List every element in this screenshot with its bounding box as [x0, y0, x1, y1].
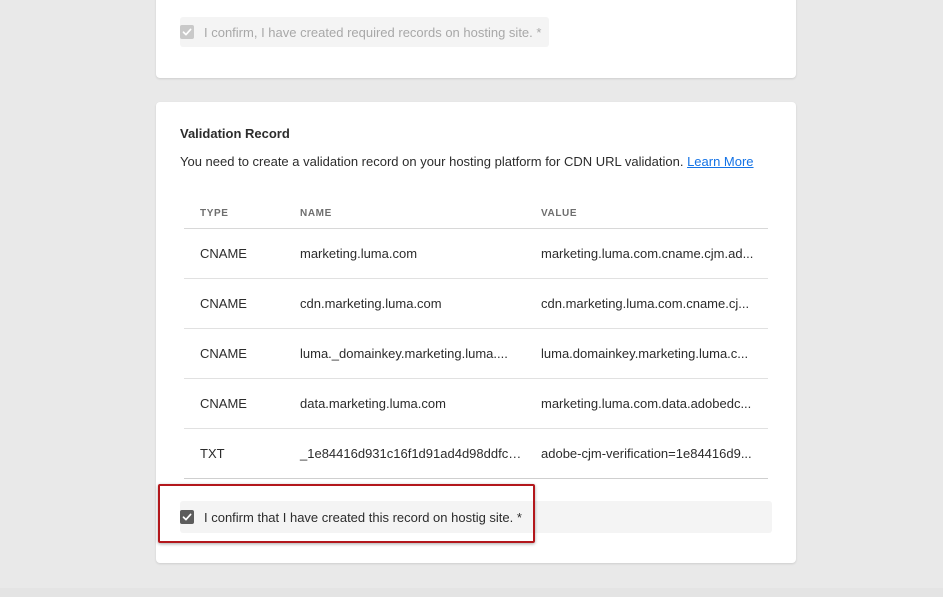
validation-record-card: Validation Record You need to create a v…: [156, 102, 796, 563]
cell-name: marketing.luma.com: [300, 246, 418, 261]
cell-type: TXT: [200, 446, 225, 461]
cell-type: CNAME: [200, 346, 247, 361]
checkmark-icon: [182, 513, 192, 521]
bottom-divider: [0, 588, 943, 597]
cell-value: adobe-cjm-verification=1e84416d9...: [541, 446, 752, 461]
cell-type: CNAME: [200, 296, 247, 311]
hosting-confirm-row: I confirm, I have created required recor…: [180, 17, 549, 47]
cell-value: marketing.luma.com.cname.cjm.ad...: [541, 246, 754, 261]
section-title: Validation Record: [180, 126, 290, 141]
checkmark-icon: [182, 28, 192, 36]
column-header-type: TYPE: [200, 207, 229, 219]
validation-description: You need to create a validation record o…: [180, 154, 754, 169]
cell-name: data.marketing.luma.com: [300, 396, 446, 411]
validation-records-table: TYPE NAME VALUE CNAME marketing.luma.com…: [184, 198, 768, 479]
cell-name: _1e84416d931c16f1d91ad4d98ddfcc...: [300, 446, 525, 461]
table-row: CNAME data.marketing.luma.com marketing.…: [184, 379, 768, 429]
cell-value: marketing.luma.com.data.adobedc...: [541, 396, 752, 411]
column-header-name: NAME: [300, 207, 332, 219]
record-confirm-row: I confirm that I have created this recor…: [180, 501, 772, 533]
table-row: CNAME luma._domainkey.marketing.luma....…: [184, 329, 768, 379]
cell-name: cdn.marketing.luma.com: [300, 296, 442, 311]
learn-more-link[interactable]: Learn More: [687, 154, 753, 169]
description-text: You need to create a validation record o…: [180, 154, 684, 169]
table-row: CNAME cdn.marketing.luma.com cdn.marketi…: [184, 279, 768, 329]
table-row: CNAME marketing.luma.com marketing.luma.…: [184, 229, 768, 279]
cell-value: luma.domainkey.marketing.luma.c...: [541, 346, 749, 361]
hosting-records-card: I confirm, I have created required recor…: [156, 0, 796, 78]
cell-value: cdn.marketing.luma.com.cname.cj...: [541, 296, 750, 311]
record-confirm-label: I confirm that I have created this recor…: [204, 509, 522, 525]
table-header: TYPE NAME VALUE: [184, 198, 768, 229]
page: I confirm, I have created required recor…: [0, 0, 943, 597]
record-confirm-checkbox[interactable]: [180, 510, 194, 524]
cell-type: CNAME: [200, 246, 247, 261]
column-header-value: VALUE: [541, 207, 578, 219]
cell-name: luma._domainkey.marketing.luma....: [300, 346, 508, 361]
table-row: TXT _1e84416d931c16f1d91ad4d98ddfcc... a…: [184, 429, 768, 479]
hosting-confirm-label: I confirm, I have created required recor…: [204, 24, 542, 40]
cell-type: CNAME: [200, 396, 247, 411]
hosting-confirm-checkbox[interactable]: [180, 25, 194, 39]
